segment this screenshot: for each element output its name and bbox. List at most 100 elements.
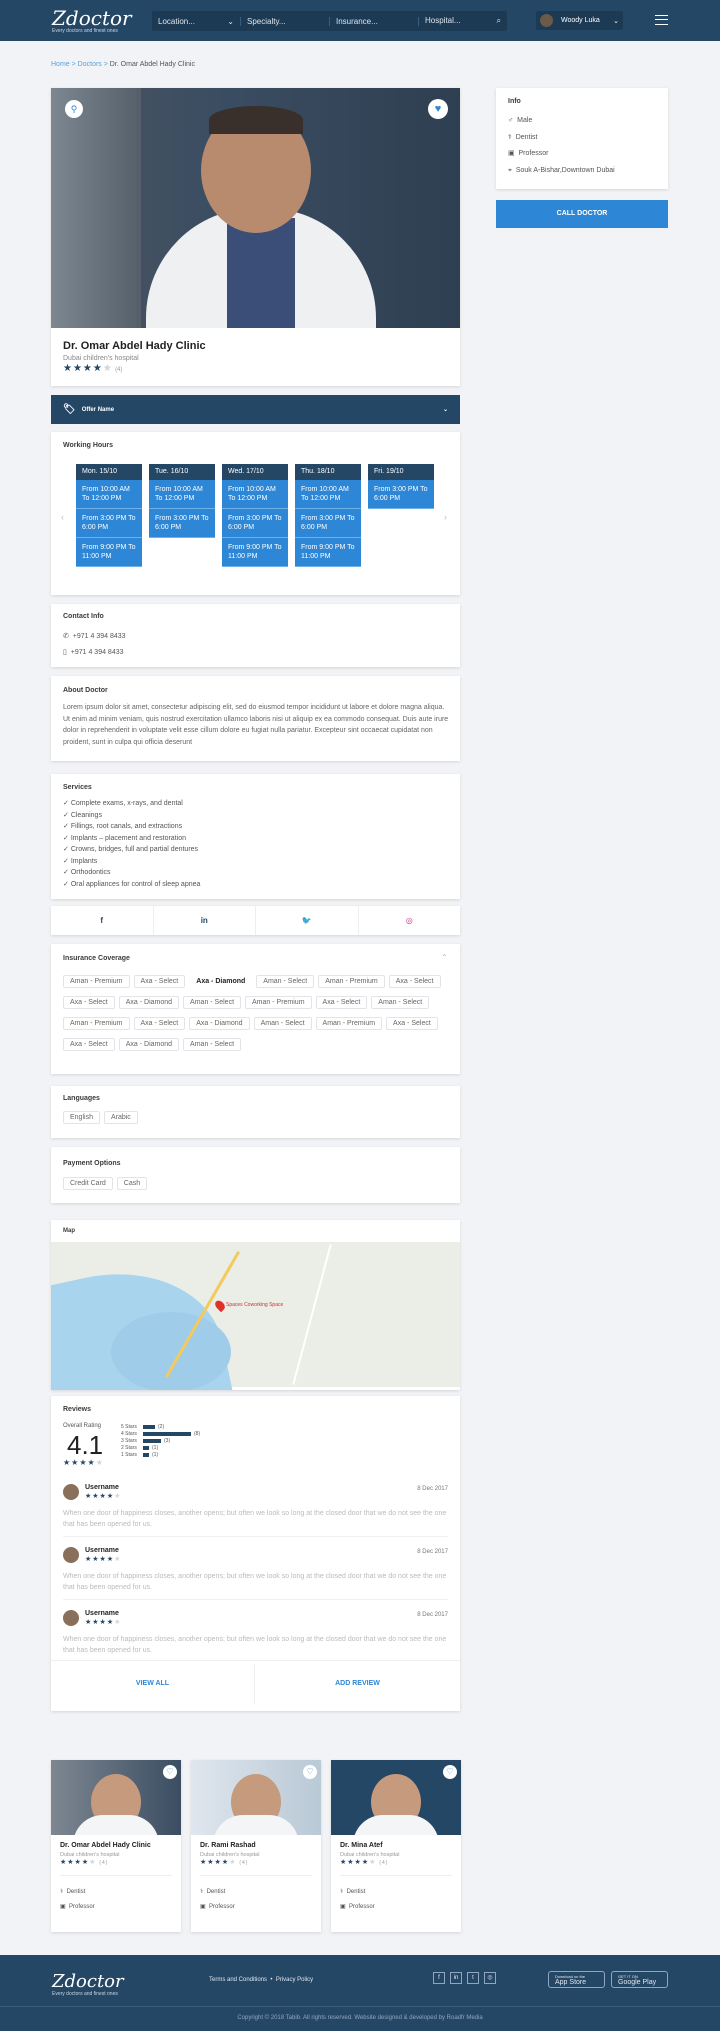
privacy-link[interactable]: Privacy Policy [276, 1977, 313, 1983]
time-slot[interactable]: From 3:00 PM To 6:00 PM [76, 509, 142, 538]
location-pin-icon: ⌖ [508, 166, 512, 174]
favorite-heart-icon[interactable]: ♡ [303, 1765, 317, 1779]
time-slot[interactable]: From 3:00 PM To 6:00 PM [368, 480, 434, 509]
insurance-chip: Axa - Select [133, 975, 186, 988]
time-slot[interactable]: From 10:00 AM To 12:00 PM [222, 480, 288, 509]
doctor-profile-card: ⚲ ♥ Dr. Omar Abdel Hady Clinic Dubai chi… [51, 88, 460, 386]
service-item: ✓ Implants [63, 857, 98, 865]
favorite-heart-icon[interactable]: ♥ [428, 99, 448, 119]
time-slot[interactable]: From 3:00 PM To 6:00 PM [149, 509, 215, 538]
related-doctor-card[interactable]: ♡ Dr. Rami Rashad Dubai children's hospita… [191, 1760, 321, 1932]
footer: Zdoctor Every doctors and finest ones Ter… [0, 1955, 720, 2031]
payment-chip: Credit Card [63, 1177, 113, 1190]
menu-icon[interactable] [655, 15, 668, 25]
insurance-chip: Axa - Diamond [189, 1017, 250, 1030]
doctor-photo [51, 88, 460, 328]
day-column: Mon. 15/10 From 10:00 AM To 12:00 PM From … [76, 464, 142, 567]
overall-score: 4.1 [67, 1430, 104, 1460]
insurance-chip: Axa - Select [388, 975, 441, 988]
view-all-reviews-button[interactable]: VIEW ALL [51, 1664, 255, 1704]
reviewer-avatar [63, 1610, 79, 1626]
time-slot[interactable]: From 10:00 AM To 12:00 PM [76, 480, 142, 509]
location-select[interactable]: Location... ⌄ [152, 16, 241, 26]
add-review-button[interactable]: ADD REVIEW [255, 1664, 460, 1704]
map-marker-icon[interactable] [213, 1298, 227, 1313]
related-doctor-stars: ★★★★★ (4) [200, 1859, 249, 1866]
google-play-badge[interactable]: GET IT ON Google Play [611, 1971, 668, 1988]
terms-link[interactable]: Terms and Conditions [209, 1977, 267, 1983]
related-doctor-card[interactable]: ♡ Dr. Mina Atef Dubai children's hospital ★… [331, 1760, 461, 1932]
reviewer-avatar [63, 1547, 79, 1563]
call-doctor-button[interactable]: CALL DOCTOR [496, 200, 668, 228]
insurance-select[interactable]: Insurance... [330, 16, 419, 26]
time-slot[interactable]: From 3:00 PM To 6:00 PM [222, 509, 288, 538]
search-icon[interactable]: ⌕ [497, 16, 501, 26]
time-slot[interactable]: From 9:00 PM To 11:00 PM [222, 538, 288, 567]
user-menu[interactable]: Woody Luka ⌄ [536, 11, 623, 30]
rating-bar-row: 1 Stars (1) [121, 1451, 159, 1458]
service-item: ✓ Implants – placement and restoration [63, 834, 186, 842]
insurance-chip: Axa - Select [386, 1017, 438, 1030]
insurance-chip: Aman - Premium [63, 975, 130, 988]
insurance-chip: Axa - Select [315, 996, 368, 1009]
facebook-icon[interactable]: f [433, 1972, 445, 1984]
insurance-chip: Aman - Select [256, 975, 315, 988]
instagram-icon[interactable]: ◎ [484, 1972, 496, 1984]
chevron-left-icon[interactable]: ‹ [61, 512, 64, 522]
about-card: About Doctor Lorem ipsum dolor sit amet,… [51, 676, 460, 761]
app-store-badge[interactable]: Download on the App Store [548, 1971, 605, 1988]
badge-icon: ▣ [508, 150, 515, 157]
overall-stars: ★★★★★ [63, 1458, 104, 1467]
chevron-up-icon[interactable]: ⌃ [441, 953, 448, 962]
tooth-icon: ⚕ [200, 1889, 204, 1895]
footer-logo[interactable]: Zdoctor Every doctors and finest ones [52, 1973, 148, 1997]
breadcrumb-home[interactable]: Home [51, 61, 70, 68]
chevron-right-icon[interactable]: › [444, 512, 447, 522]
facebook-icon[interactable]: f [51, 906, 154, 935]
gender-icon: ♂ [508, 117, 514, 124]
contact-card: Contact Info ✆ +971 4 394 8433 ▯ +971 4 … [51, 604, 460, 667]
twitter-icon[interactable]: t [467, 1972, 479, 1984]
linkedin-icon[interactable]: in [154, 906, 256, 935]
favorite-heart-icon[interactable]: ♡ [163, 1765, 177, 1779]
insurance-chip: Aman - Select [183, 996, 242, 1009]
doctor-name: Dr. Omar Abdel Hady Clinic [63, 340, 206, 352]
related-doctor-name: Dr. Mina Atef [340, 1842, 383, 1849]
service-item: ✓ Orthodontics [63, 869, 111, 876]
header: Zdoctor Every doctors and finest ones Loc… [0, 0, 720, 41]
review-date: 8 Dec 2017 [417, 1612, 448, 1618]
map-view[interactable]: Spaces Coworking Space [51, 1242, 460, 1390]
time-slot[interactable]: From 10:00 AM To 12:00 PM [295, 480, 361, 509]
time-slot[interactable]: From 3:00 PM To 6:00 PM [295, 509, 361, 538]
review-date: 8 Dec 2017 [417, 1486, 448, 1492]
related-doctor-card[interactable]: ♡ Dr. Omar Abdel Hady Clinic Dubai childre… [51, 1760, 181, 1932]
payment-title: Payment Options [63, 1160, 121, 1167]
time-slot[interactable]: From 9:00 PM To 11:00 PM [295, 538, 361, 567]
time-slot[interactable]: From 10:00 AM To 12:00 PM [149, 480, 215, 509]
review-item: Username ★★★★★ 8 Dec 2017 When one door of … [63, 1610, 448, 1665]
insurance-chip: Axa - Diamond [189, 975, 253, 988]
twitter-icon[interactable]: 🐦 [256, 906, 359, 935]
mobile-number[interactable]: +971 4 394 8433 [71, 649, 124, 656]
payment-chip: Cash [116, 1177, 148, 1190]
breadcrumb-doctors[interactable]: Doctors [78, 61, 102, 68]
doctor-hospital: Dubai children's hospital [63, 355, 139, 362]
linkedin-icon[interactable]: in [450, 1972, 462, 1984]
related-doctor-specialty: ⚕ Dentist [60, 1889, 86, 1895]
share-icon[interactable]: ⚲ [65, 100, 83, 118]
info-title: Info [508, 98, 521, 105]
day-header: Mon. 15/10 [76, 464, 142, 480]
insurance-chip: Aman - Premium [63, 1017, 130, 1030]
logo[interactable]: Zdoctor Every doctors and finest ones [52, 8, 148, 34]
rating-bar [143, 1445, 149, 1450]
rating-bar-row: 2 Stars (1) [121, 1444, 159, 1451]
hospital-select[interactable]: Hospital... ⌕ [419, 16, 507, 26]
instagram-icon[interactable]: ◎ [359, 906, 461, 935]
favorite-heart-icon[interactable]: ♡ [443, 1765, 457, 1779]
phone-number[interactable]: +971 4 394 8433 [73, 633, 126, 640]
time-slot[interactable]: From 9:00 PM To 11:00 PM [76, 538, 142, 567]
offer-bar[interactable]: 🏷 Offer Name ⌄ [51, 395, 460, 424]
specialty-select[interactable]: Specialty... [241, 16, 330, 26]
insurance-chip: Axa - Diamond [118, 1038, 180, 1051]
contact-title: Contact Info [63, 613, 104, 620]
